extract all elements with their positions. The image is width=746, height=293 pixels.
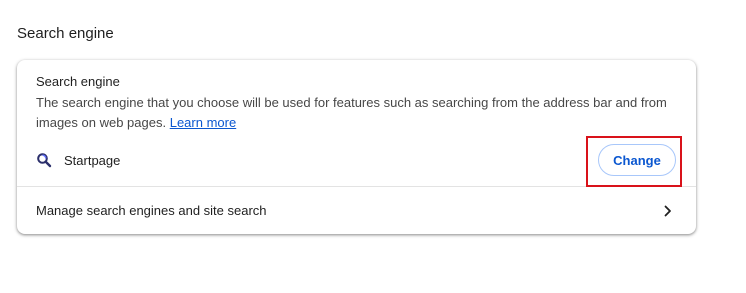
description-text: The search engine that you choose will b…: [36, 95, 667, 130]
change-button[interactable]: Change: [598, 144, 676, 176]
card-description: The search engine that you choose will b…: [36, 93, 676, 133]
card-heading: Search engine: [36, 74, 120, 89]
learn-more-link[interactable]: Learn more: [170, 115, 236, 130]
section-title: Search engine: [17, 25, 114, 42]
current-engine-row: Startpage: [36, 150, 120, 170]
engine-name: Startpage: [64, 152, 121, 168]
manage-search-engines-row[interactable]: Manage search engines and site search: [17, 187, 696, 234]
manage-search-engines-label: Manage search engines and site search: [36, 203, 267, 218]
startpage-magnifier-icon: [36, 152, 52, 168]
chevron-right-icon: [663, 204, 673, 217]
search-engine-card: Search engine The search engine that you…: [17, 60, 696, 234]
